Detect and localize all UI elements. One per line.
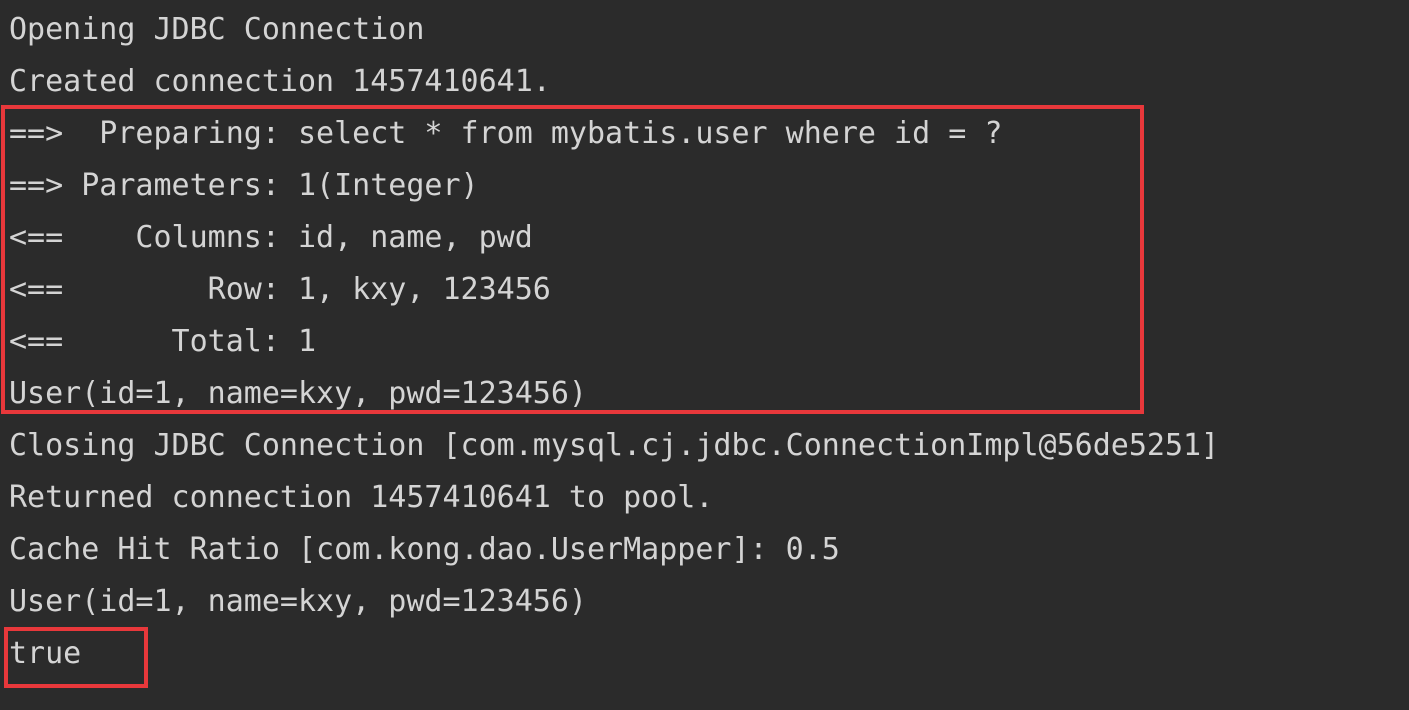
log-line-opening-connection: Opening JDBC Connection — [9, 12, 425, 47]
console-lines: Opening JDBC Connection Created connecti… — [9, 4, 1409, 680]
log-line-cache-hit-ratio: Cache Hit Ratio [com.kong.dao.UserMapper… — [9, 532, 840, 567]
log-line-created-connection: Created connection 1457410641. — [9, 64, 551, 99]
log-line-returned-connection: Returned connection 1457410641 to pool. — [9, 480, 714, 515]
log-line-closing-connection: Closing JDBC Connection [com.mysql.cj.jd… — [9, 428, 1220, 463]
log-line-user-result-2: User(id=1, name=kxy, pwd=123456) — [9, 584, 587, 619]
console-output: Opening JDBC Connection Created connecti… — [0, 0, 1409, 710]
log-line-row: <== Row: 1, kxy, 123456 — [9, 272, 551, 307]
log-line-user-result-1: User(id=1, name=kxy, pwd=123456) — [9, 376, 587, 411]
log-line-preparing-sql: ==> Preparing: select * from mybatis.use… — [9, 116, 1003, 151]
log-line-parameters: ==> Parameters: 1(Integer) — [9, 168, 479, 203]
log-line-true: true — [9, 636, 82, 671]
log-line-columns: <== Columns: id, name, pwd — [9, 220, 533, 255]
log-line-total: <== Total: 1 — [9, 324, 317, 359]
